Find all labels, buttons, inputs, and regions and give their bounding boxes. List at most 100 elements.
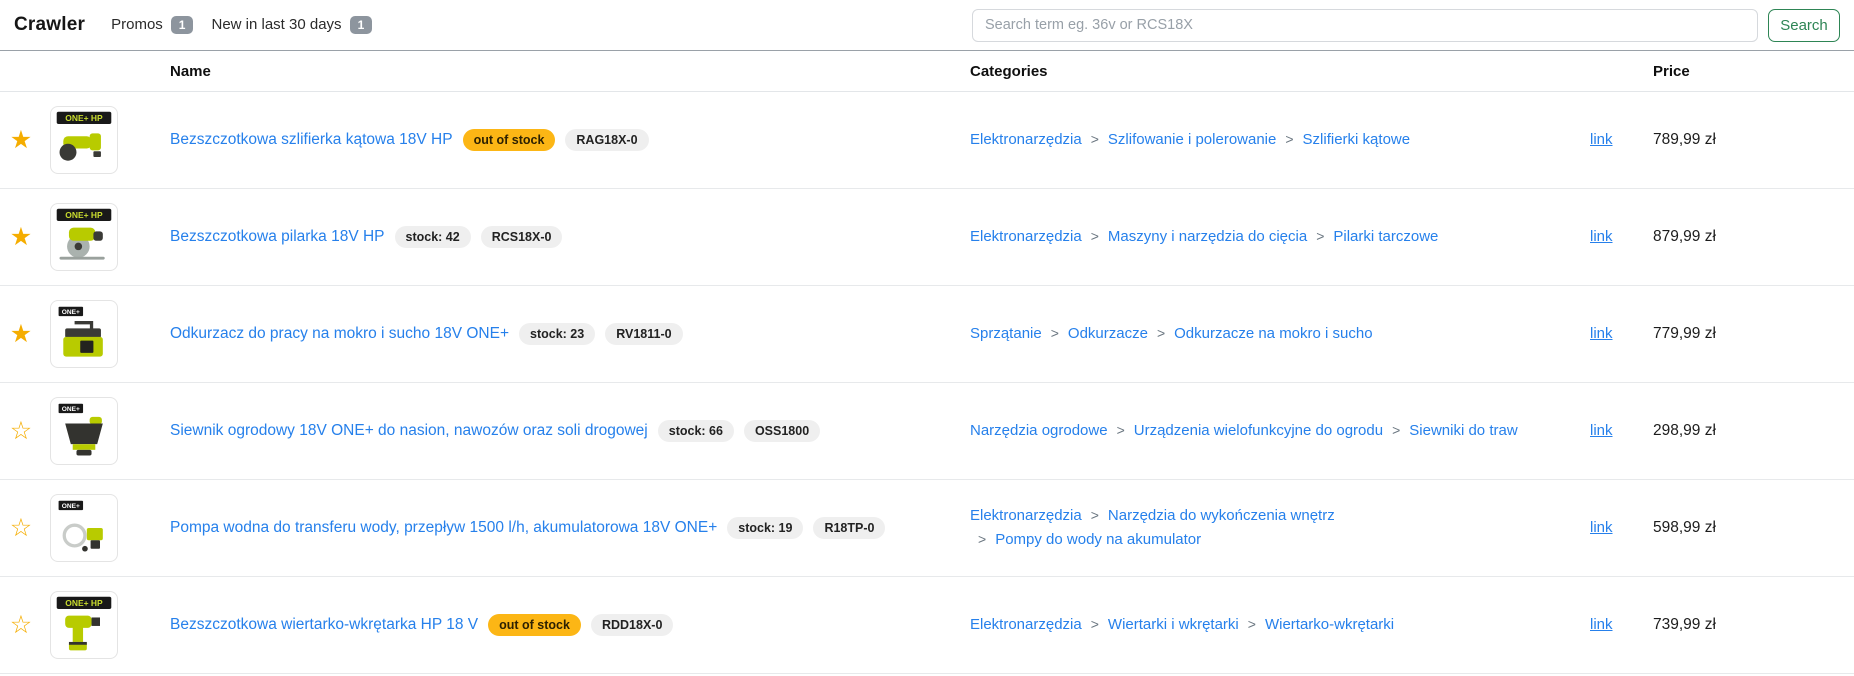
category-link[interactable]: Pilarki tarczowe <box>1333 228 1438 245</box>
search-area: Search <box>972 9 1840 42</box>
svg-text:ONE+: ONE+ <box>62 406 80 413</box>
product-sku: RAG18X-0 <box>565 129 648 151</box>
stock-badge: stock: 23 <box>519 323 595 345</box>
breadcrumb-separator: > <box>1316 228 1324 244</box>
breadcrumb-separator: > <box>1091 131 1099 147</box>
category-link[interactable]: Narzędzia ogrodowe <box>970 422 1108 439</box>
product-name-link[interactable]: Siewnik ogrodowy 18V ONE+ do nasion, naw… <box>170 422 648 440</box>
product-name-link[interactable]: Bezszczotkowa pilarka 18V HP <box>170 228 385 246</box>
breadcrumb-separator: > <box>1248 616 1256 632</box>
top-bar: Crawler Promos 1 New in last 30 days 1 S… <box>0 0 1854 51</box>
category-breadcrumb: Elektronarzędzia > Szlifowanie i polerowan… <box>970 128 1590 152</box>
category-link[interactable]: Elektronarzędzia <box>970 228 1082 245</box>
category-link[interactable]: Odkurzacze na mokro i sucho <box>1174 325 1372 342</box>
nav-item-new-in-last-30-days[interactable]: New in last 30 days 1 <box>211 16 372 34</box>
search-input[interactable] <box>972 9 1758 42</box>
column-header-name: Name <box>170 63 970 80</box>
svg-text:ONE+ HP: ONE+ HP <box>65 598 103 608</box>
category-link[interactable]: Szlifierki kątowe <box>1303 131 1411 148</box>
product-external-link[interactable]: link <box>1590 422 1613 439</box>
category-link[interactable]: Siewniki do traw <box>1409 422 1517 439</box>
favorite-star-icon[interactable]: ★ <box>0 322 42 347</box>
category-link[interactable]: Pompy do wody na akumulator <box>995 531 1201 548</box>
product-price: 879,99 zł <box>1645 228 1854 246</box>
product-sku: RDD18X-0 <box>591 614 673 636</box>
category-link[interactable]: Wiertarko-wkrętarki <box>1265 616 1394 633</box>
favorite-star-icon[interactable]: ☆ <box>0 613 42 638</box>
product-name-link[interactable]: Odkurzacz do pracy na mokro i sucho 18V … <box>170 325 509 343</box>
category-link[interactable]: Elektronarzędzia <box>970 507 1082 524</box>
product-image-garden-spreader: ONE+ <box>50 397 118 465</box>
category-link[interactable]: Sprzątanie <box>970 325 1042 342</box>
product-price: 598,99 zł <box>1645 519 1854 537</box>
favorite-star-icon[interactable]: ★ <box>0 128 42 153</box>
category-breadcrumb: Elektronarzędzia > Narzędzia do wykończeni… <box>970 504 1590 552</box>
product-price: 779,99 zł <box>1645 325 1854 343</box>
stock-badge: stock: 66 <box>658 420 734 442</box>
nav-item-label: New in last 30 days <box>211 16 341 33</box>
stock-badge: stock: 19 <box>727 517 803 539</box>
svg-text:ONE+: ONE+ <box>62 503 80 510</box>
product-price: 298,99 zł <box>1645 422 1854 440</box>
category-link[interactable]: Szlifowanie i polerowanie <box>1108 131 1276 148</box>
product-external-link[interactable]: link <box>1590 131 1613 148</box>
breadcrumb-separator: > <box>1157 325 1165 341</box>
stock-badge: out of stock <box>488 614 581 636</box>
breadcrumb-separator: > <box>1091 507 1099 523</box>
category-breadcrumb: Elektronarzędzia > Maszyny i narzędzia do … <box>970 225 1590 249</box>
breadcrumb-line: Elektronarzędzia > Narzędzia do wykończeni… <box>970 507 1335 524</box>
stock-badge: stock: 42 <box>395 226 471 248</box>
breadcrumb-separator: > <box>1091 228 1099 244</box>
table-row: ★ ONE+ Odkurzacz do pracy na mokro i suc… <box>0 286 1854 383</box>
category-link[interactable]: Odkurzacze <box>1068 325 1148 342</box>
breadcrumb-separator: > <box>1091 616 1099 632</box>
product-name-link[interactable]: Bezszczotkowa wiertarko-wkrętarka HP 18 … <box>170 616 478 634</box>
new-count-badge: 1 <box>350 16 373 34</box>
breadcrumb-separator: > <box>978 531 986 547</box>
column-header-categories: Categories <box>970 63 1590 80</box>
product-image-circular-saw: ONE+ HP <box>50 203 118 271</box>
svg-text:ONE+: ONE+ <box>62 309 80 316</box>
product-sku: RCS18X-0 <box>481 226 563 248</box>
product-name-link[interactable]: Pompa wodna do transferu wody, przepływ … <box>170 519 717 537</box>
nav-item-label: Promos <box>111 16 163 33</box>
table-row: ☆ ONE+ Pompa wodna do transferu wody, pr… <box>0 480 1854 577</box>
category-breadcrumb: Elektronarzędzia > Wiertarki i wkrętarki > W… <box>970 613 1590 637</box>
product-price: 739,99 zł <box>1645 616 1854 634</box>
product-image-angle-grinder: ONE+ HP <box>50 106 118 174</box>
table-row: ☆ ONE+ Siewnik ogrodowy 18V ONE+ do nasi… <box>0 383 1854 480</box>
product-sku: R18TP-0 <box>813 517 885 539</box>
product-external-link[interactable]: link <box>1590 228 1613 245</box>
nav-item-promos[interactable]: Promos 1 <box>111 16 193 34</box>
category-link[interactable]: Wiertarki i wkrętarki <box>1108 616 1239 633</box>
product-sku: RV1811-0 <box>605 323 682 345</box>
breadcrumb-separator: > <box>1051 325 1059 341</box>
product-name-link[interactable]: Bezszczotkowa szlifierka kątowa 18V HP <box>170 131 453 149</box>
breadcrumb-separator: > <box>1285 131 1293 147</box>
category-link[interactable]: Urządzenia wielofunkcyjne do ogrodu <box>1134 422 1383 439</box>
favorite-star-icon[interactable]: ☆ <box>0 516 42 541</box>
svg-text:ONE+ HP: ONE+ HP <box>65 113 103 123</box>
search-button[interactable]: Search <box>1768 9 1840 42</box>
category-link[interactable]: Narzędzia do wykończenia wnętrz <box>1108 507 1335 524</box>
app-title: Crawler <box>14 14 85 36</box>
column-header-price: Price <box>1645 63 1854 80</box>
favorite-star-icon[interactable]: ☆ <box>0 419 42 444</box>
breadcrumb-line: > Pompy do wody na akumulator <box>970 528 1560 552</box>
product-image-wet-dry-vacuum: ONE+ <box>50 300 118 368</box>
category-breadcrumb: Sprzątanie > Odkurzacze > Odkurzacze na mokr… <box>970 322 1590 346</box>
product-external-link[interactable]: link <box>1590 616 1613 633</box>
category-link[interactable]: Elektronarzędzia <box>970 131 1082 148</box>
category-link[interactable]: Maszyny i narzędzia do cięcia <box>1108 228 1307 245</box>
table-row: ★ ONE+ HP Bezszczotkowa pilarka 18V HP s… <box>0 189 1854 286</box>
category-link[interactable]: Elektronarzędzia <box>970 616 1082 633</box>
svg-text:ONE+ HP: ONE+ HP <box>65 210 103 220</box>
product-external-link[interactable]: link <box>1590 325 1613 342</box>
product-image-water-pump: ONE+ <box>50 494 118 562</box>
table-row: ★ ONE+ HP Bezszczotkowa szlifierka kątow… <box>0 92 1854 189</box>
promos-count-badge: 1 <box>171 16 194 34</box>
stock-badge: out of stock <box>463 129 556 151</box>
breadcrumb-separator: > <box>1392 422 1400 438</box>
product-external-link[interactable]: link <box>1590 519 1613 536</box>
favorite-star-icon[interactable]: ★ <box>0 225 42 250</box>
